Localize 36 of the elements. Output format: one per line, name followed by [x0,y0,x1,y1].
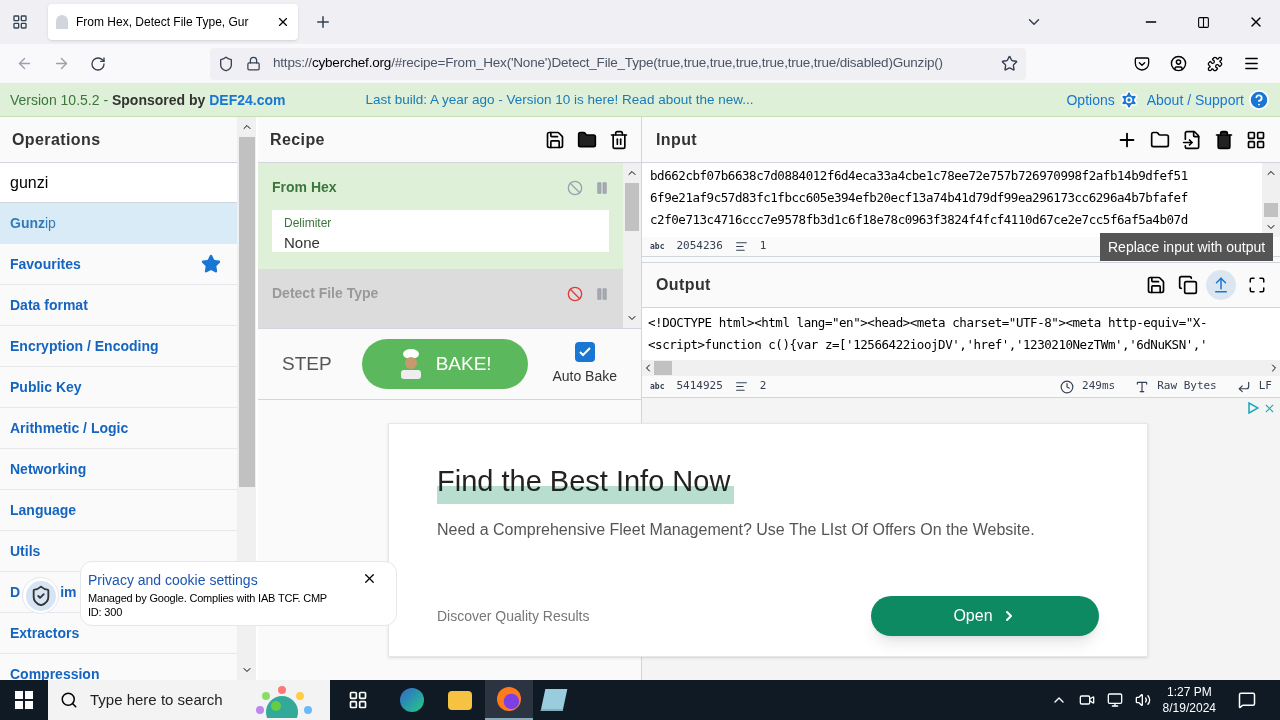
category-label: Arithmetic / Logic [10,418,129,438]
step-title: Detect File Type [272,284,379,304]
category-label: D [10,582,21,602]
category-label: Public Key [10,377,82,397]
line-count: 1 [759,238,767,255]
operation-label: Gunzip [10,213,56,233]
output-text-area: <!DOCTYPE html><html lang="en"><head><meta charset="UTF-8"><meta http-equiv="X- <script>function c(){var z=['12566422ioojDV','href','1230210NezTWm','6dNuKSN',' [642,308,1280,360]
search-placeholder: Type here to search [90,689,223,710]
argument-value: None [284,233,321,253]
tab-title: From Hex, Detect File Type, Gur [76,14,249,31]
length-count: 2054236 [676,238,723,255]
sponsored-text: Sponsored by [111,90,207,110]
input-header: Input [656,129,698,150]
ad-footer: Discover Quality Results [437,605,590,627]
auto-bake-label: Auto Bake [552,366,617,386]
category-label: Extractors [10,623,80,643]
argument-label: Delimiter [284,215,333,232]
tooltip: Replace input with output [1100,233,1274,261]
line-count: 2 [759,378,767,395]
category-label: Language [10,500,77,520]
length-label: abc [650,380,665,393]
length-count: 5414925 [676,378,723,395]
step-title: From Hex [272,178,337,197]
category-label: Data format [10,295,88,315]
category-label-fragment: im [60,582,77,602]
length-label: abc [650,240,665,253]
url-text: https://cyberchef.org/#recipe=From_Hex('None')Detect_File_Type(true,true,true,true,true,true,true/disabled)Gunzip() [273,54,943,73]
category-label: Favourites [10,254,81,274]
category-label: Networking [10,459,87,479]
output-header: Output [656,275,711,295]
recipe-header: Recipe [270,129,325,150]
category-label: Utils [10,541,41,561]
category-label: Encryption / Encoding [10,336,159,356]
version-text: Version 10.5.2 - [10,90,110,110]
bake-time: 249ms [1082,378,1116,395]
ad-body: Need a Comprehensive Fleet Management? Use The LIst Of Offers On the Website. [437,519,1036,540]
